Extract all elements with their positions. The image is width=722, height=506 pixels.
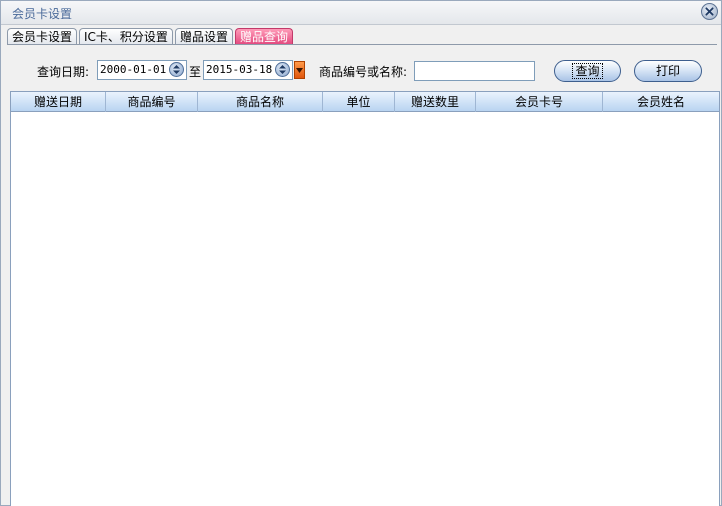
date-to-picker-button[interactable] [275,62,290,77]
product-search-input[interactable] [414,61,535,81]
date-from-value: 2000-01-01 [100,63,167,76]
chevron-down-icon [296,67,303,73]
query-date-label: 查询日期: [37,65,90,79]
table-header: 赠送日期 商品编号 商品名称 单位 赠送数里 会员卡号 会员姓名 [11,92,719,112]
member-card-settings-window: 会员卡设置 会员卡设置 IC卡、积分设置 赠品设置 赠品查询 查询日期: 200… [0,0,722,506]
product-search-label: 商品编号或名称: [319,65,408,79]
date-range-dropdown[interactable] [294,61,305,79]
window-title: 会员卡设置 [12,7,73,21]
up-down-arrows-icon [279,65,286,74]
date-to-value: 2015-03-18 [206,63,273,76]
column-gift-quantity[interactable]: 赠送数里 [395,92,476,112]
tab-strip: 会员卡设置 IC卡、积分设置 赠品设置 赠品查询 [7,28,293,45]
close-button[interactable] [701,3,718,20]
column-gift-date[interactable]: 赠送日期 [11,92,106,112]
query-button[interactable]: 查询 [554,60,621,82]
tab-divider [7,44,717,45]
up-down-arrows-icon [173,65,180,74]
to-label: 至 [189,65,202,79]
column-unit[interactable]: 单位 [323,92,395,112]
close-icon [705,7,714,16]
print-button[interactable]: 打印 [634,60,702,82]
gift-query-table[interactable]: 赠送日期 商品编号 商品名称 单位 赠送数里 会员卡号 会员姓名 [10,91,720,506]
tab-gift-settings[interactable]: 赠品设置 [174,28,233,45]
column-product-name[interactable]: 商品名称 [198,92,323,112]
column-product-code[interactable]: 商品编号 [106,92,198,112]
query-button-label: 查询 [572,63,603,79]
title-bar: 会员卡设置 [1,1,721,25]
column-member-name[interactable]: 会员姓名 [603,92,719,112]
tab-member-card-settings[interactable]: 会员卡设置 [7,28,78,45]
date-from-picker-button[interactable] [169,62,184,77]
query-filter-bar: 查询日期: 2000-01-01 至 2015-03-18 商品编号或名称: 查… [1,59,721,83]
print-button-label: 打印 [655,64,680,78]
column-member-card-number[interactable]: 会员卡号 [476,92,603,112]
tab-ic-card-points-settings[interactable]: IC卡、积分设置 [79,28,173,45]
tab-gift-query[interactable]: 赠品查询 [234,28,293,45]
